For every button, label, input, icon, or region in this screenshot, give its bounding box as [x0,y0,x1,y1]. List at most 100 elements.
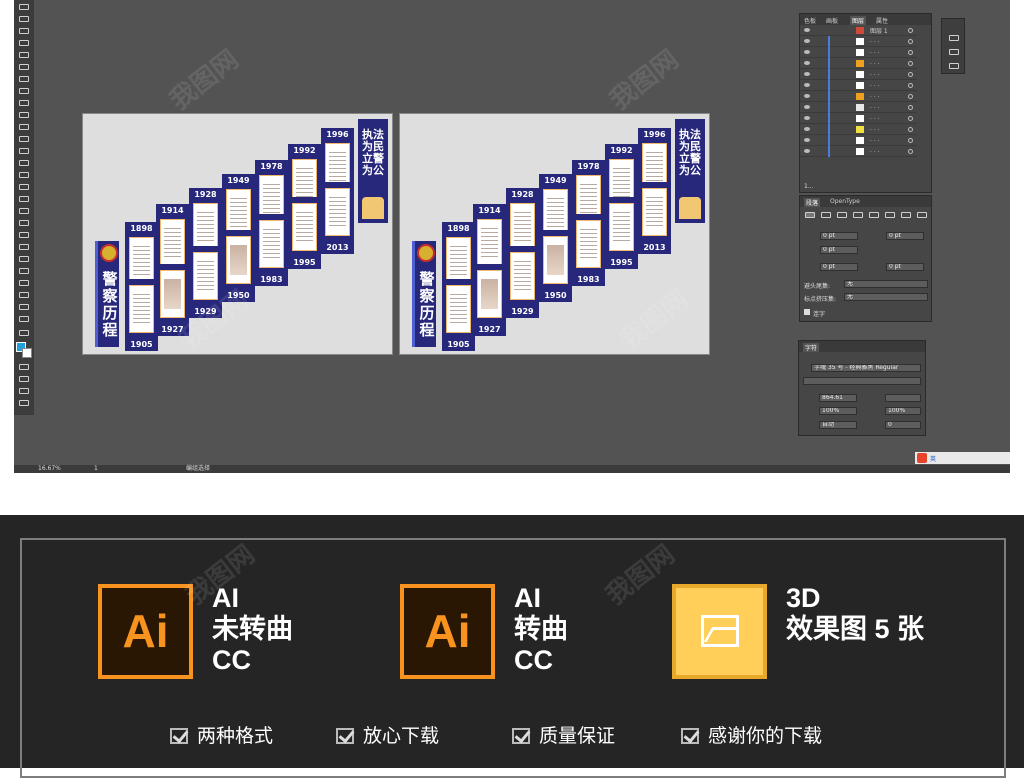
layer-row[interactable]: . . . [800,91,917,102]
target-ring-icon[interactable] [908,105,913,110]
eraser-tool-icon[interactable] [19,124,29,130]
align-left-icon[interactable] [805,212,815,218]
justify-center-icon[interactable] [869,212,879,218]
target-ring-icon[interactable] [908,50,913,55]
eye-icon[interactable] [804,105,810,109]
align-center-icon[interactable] [821,212,831,218]
justify-all-icon[interactable] [901,212,911,218]
eye-icon[interactable] [804,72,810,76]
layer-row[interactable]: . . . [800,113,917,124]
properties-icon[interactable] [949,35,959,41]
more-tools-icon[interactable] [19,400,29,406]
justify-left-icon[interactable] [853,212,863,218]
gradient-tool-icon[interactable] [19,220,29,226]
column-graph-tool-icon[interactable] [19,268,29,274]
leading-field[interactable] [885,394,921,402]
justify-right-icon[interactable] [885,212,895,218]
width-tool-icon[interactable] [19,160,29,166]
tab-properties[interactable]: 属性 [876,16,888,25]
tab-character[interactable]: 字符 [803,343,820,352]
blend-tool-icon[interactable] [19,244,29,250]
page-number[interactable]: 1 [94,465,98,473]
sogou-ime-icon[interactable] [917,453,927,463]
eye-icon[interactable] [804,61,810,65]
target-ring-icon[interactable] [908,39,913,44]
layer-row[interactable]: . . . [800,146,917,157]
layer-row[interactable]: . . . [800,58,917,69]
scale-tool-icon[interactable] [19,148,29,154]
mesh-tool-icon[interactable] [19,208,29,214]
align-toward-spine-icon[interactable] [917,212,927,218]
eye-icon[interactable] [804,116,810,120]
zoom-level[interactable]: 16.67% [38,465,61,473]
tab-swatches[interactable]: 色板 [804,16,816,25]
layer-row[interactable]: . . . [800,36,917,47]
zoom-tool-icon[interactable] [19,316,29,322]
kerning-field[interactable]: 自动 [819,421,857,429]
target-ring-icon[interactable] [908,127,913,132]
artboard-tool-icon[interactable] [19,280,29,286]
direct-select-tool-icon[interactable] [19,16,29,22]
screen-mode-icon[interactable] [19,388,29,394]
target-ring-icon[interactable] [908,116,913,121]
appearance-icon[interactable] [949,63,959,69]
slice-tool-icon[interactable] [19,292,29,298]
layer-row-top[interactable]: 图层 1 [800,25,917,36]
free-transform-tool-icon[interactable] [19,172,29,178]
line-tool-icon[interactable] [19,64,29,70]
tab-artboards[interactable]: 画板 [826,16,838,25]
target-ring-icon[interactable] [908,138,913,143]
stroke-swatch[interactable] [22,348,32,358]
vertical-scale-field[interactable]: 100% [819,407,857,415]
space-before-field[interactable]: 0 pt [820,263,858,271]
eye-icon[interactable] [804,149,810,153]
kinsoku-select[interactable]: 无 [844,280,928,288]
layer-row[interactable]: . . . [800,124,917,135]
type-tool-icon[interactable] [19,52,29,58]
target-ring-icon[interactable] [908,28,913,33]
tab-opentype[interactable]: OpenType [830,198,860,205]
paintbrush-tool-icon[interactable] [19,88,29,94]
perspective-grid-tool-icon[interactable] [19,196,29,202]
horizontal-scale-field[interactable]: 100% [885,407,921,415]
eye-icon[interactable] [804,83,810,87]
rotate-tool-icon[interactable] [19,136,29,142]
layer-row[interactable]: . . . [800,135,917,146]
eyedropper-tool-icon[interactable] [19,232,29,238]
tab-paragraph[interactable]: 段落 [804,198,821,207]
target-ring-icon[interactable] [908,61,913,66]
target-ring-icon[interactable] [908,83,913,88]
layer-row[interactable]: . . . [800,80,917,91]
rectangle-tool-icon[interactable] [19,76,29,82]
eye-icon[interactable] [804,94,810,98]
tab-layers[interactable]: 图层 [850,16,867,25]
eye-icon[interactable] [804,127,810,131]
target-ring-icon[interactable] [908,72,913,77]
tracking-field[interactable]: 0 [885,421,921,429]
pen-tool-icon[interactable] [19,28,29,34]
draw-mode-icon[interactable] [19,376,29,382]
layer-row[interactable]: . . . [800,102,917,113]
curvature-tool-icon[interactable] [19,40,29,46]
shape-builder-tool-icon[interactable] [19,184,29,190]
symbol-sprayer-tool-icon[interactable] [19,256,29,262]
mojikumi-select[interactable]: 无 [844,293,928,301]
shaper-tool-icon[interactable] [19,112,29,118]
layer-row[interactable]: . . . [800,69,917,80]
hyphenate-checkbox[interactable] [804,309,810,315]
font-size-field[interactable]: 864.61 [819,394,857,402]
color-mode-icon[interactable] [19,364,29,370]
target-ring-icon[interactable] [908,149,913,154]
eye-icon[interactable] [804,28,810,32]
transparency-icon[interactable] [949,49,959,55]
selection-tool-icon[interactable] [19,4,29,10]
ime-mode-label[interactable]: 英 [930,454,936,463]
pencil-tool-icon[interactable] [19,100,29,106]
target-ring-icon[interactable] [908,94,913,99]
hand-tool-icon[interactable] [19,304,29,310]
font-family-select[interactable]: 字魂 35 号 - 经典雅黑 Regular [811,364,921,372]
font-style-select[interactable] [803,377,921,385]
layer-row[interactable]: . . . [800,47,917,58]
space-after-field[interactable]: 0 pt [886,263,924,271]
eye-icon[interactable] [804,138,810,142]
